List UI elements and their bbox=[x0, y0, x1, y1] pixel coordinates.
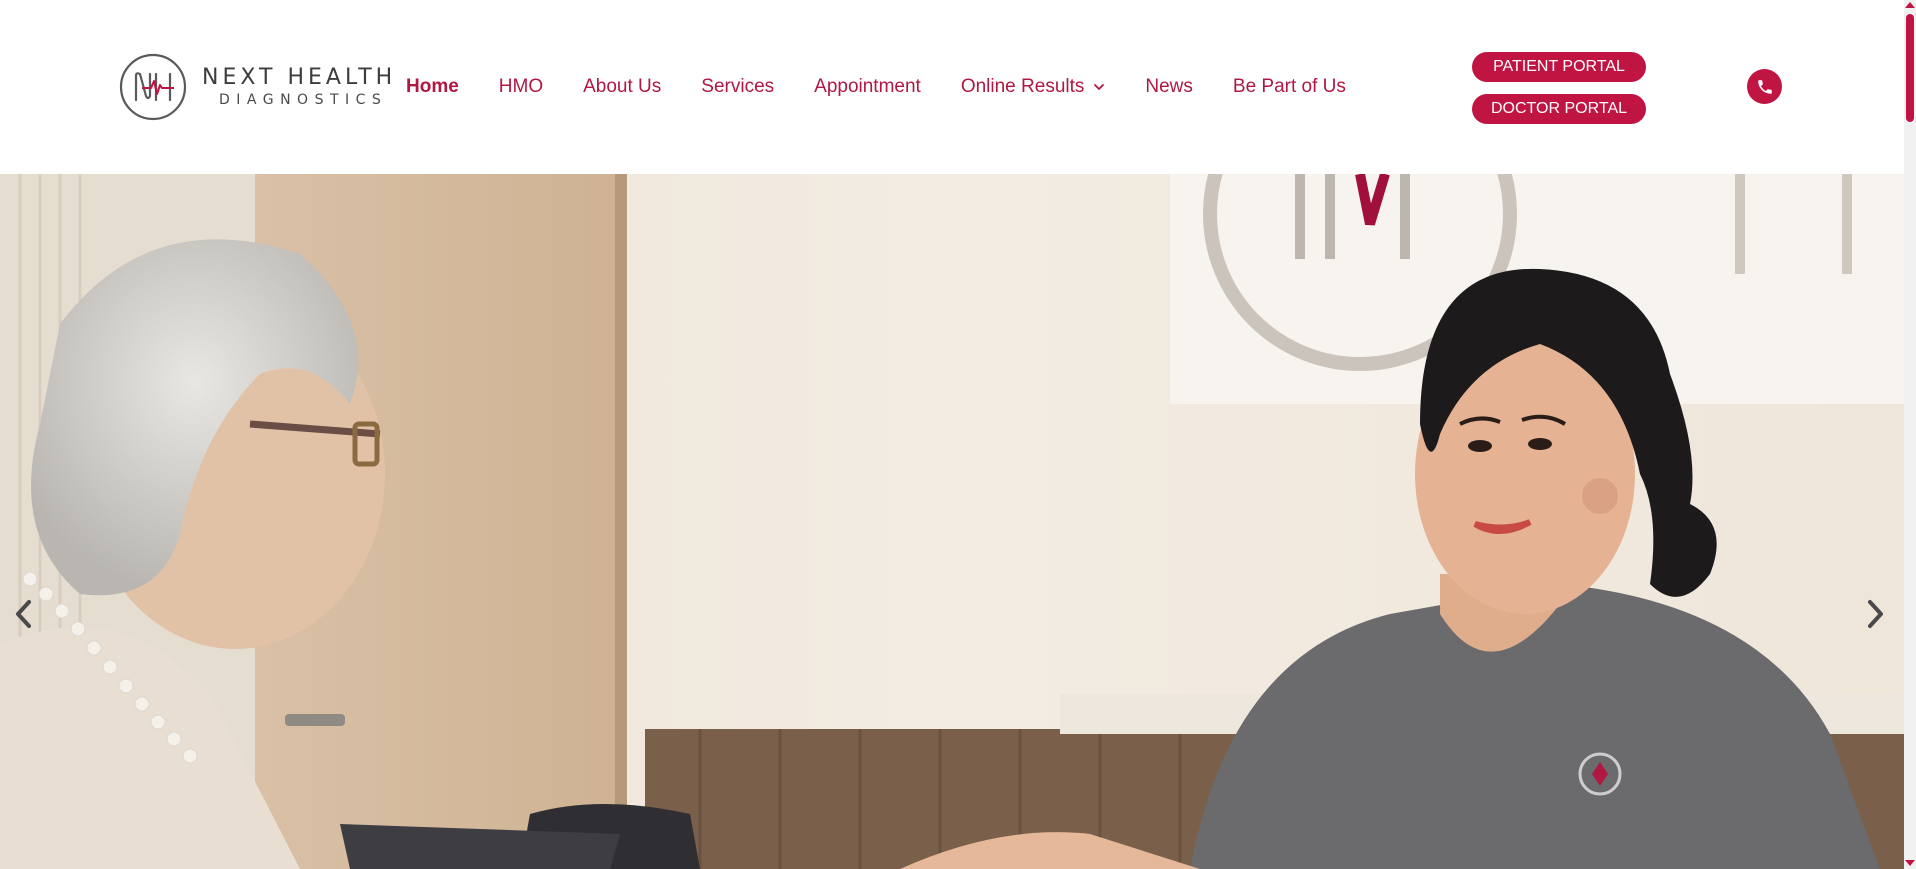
logo-mark-icon bbox=[119, 53, 187, 121]
slider-prev-button[interactable] bbox=[6, 594, 42, 634]
nav-item-services[interactable]: Services bbox=[701, 76, 774, 98]
nav-item-hmo[interactable]: HMO bbox=[499, 76, 543, 98]
slider-next-button[interactable] bbox=[1857, 594, 1893, 634]
brand-logo[interactable]: NEXT HEALTH DIAGNOSTICS bbox=[118, 52, 396, 122]
nav-item-be-part-of-us[interactable]: Be Part of Us bbox=[1233, 76, 1346, 98]
nav-item-news[interactable]: News bbox=[1145, 76, 1193, 98]
chevron-right-icon bbox=[1868, 600, 1883, 628]
scrollbar-thumb[interactable] bbox=[1906, 14, 1914, 122]
brand-name: NEXT HEALTH bbox=[202, 65, 397, 90]
main-nav: Home HMO About Us Services Appointment O… bbox=[406, 74, 1386, 100]
chevron-down-icon bbox=[1094, 84, 1105, 90]
scroll-up-icon[interactable] bbox=[1905, 2, 1915, 8]
site-header: NEXT HEALTH DIAGNOSTICS Home HMO About U… bbox=[0, 0, 1904, 174]
scroll-down-icon[interactable] bbox=[1905, 860, 1915, 866]
phone-icon bbox=[1757, 79, 1772, 94]
hero-slider bbox=[0, 174, 1904, 869]
phone-button[interactable] bbox=[1747, 69, 1782, 104]
nav-item-home[interactable]: Home bbox=[406, 76, 459, 98]
hero-photo bbox=[0, 174, 1904, 869]
nav-item-online-results-label: Online Results bbox=[960, 76, 1085, 97]
nav-item-online-results[interactable]: Online Results bbox=[961, 76, 1106, 98]
nav-item-appointment[interactable]: Appointment bbox=[814, 76, 921, 98]
brand-subtitle: DIAGNOSTICS bbox=[219, 92, 388, 108]
patient-portal-button[interactable]: PATIENT PORTAL bbox=[1472, 52, 1647, 82]
portal-buttons: PATIENT PORTAL DOCTOR PORTAL bbox=[1472, 52, 1647, 124]
page: NEXT HEALTH DIAGNOSTICS Home HMO About U… bbox=[0, 0, 1904, 869]
doctor-portal-button[interactable]: DOCTOR PORTAL bbox=[1472, 94, 1647, 124]
chevron-left-icon bbox=[16, 600, 31, 628]
nav-item-about-us[interactable]: About Us bbox=[583, 76, 661, 98]
page-scrollbar[interactable] bbox=[1904, 0, 1916, 869]
